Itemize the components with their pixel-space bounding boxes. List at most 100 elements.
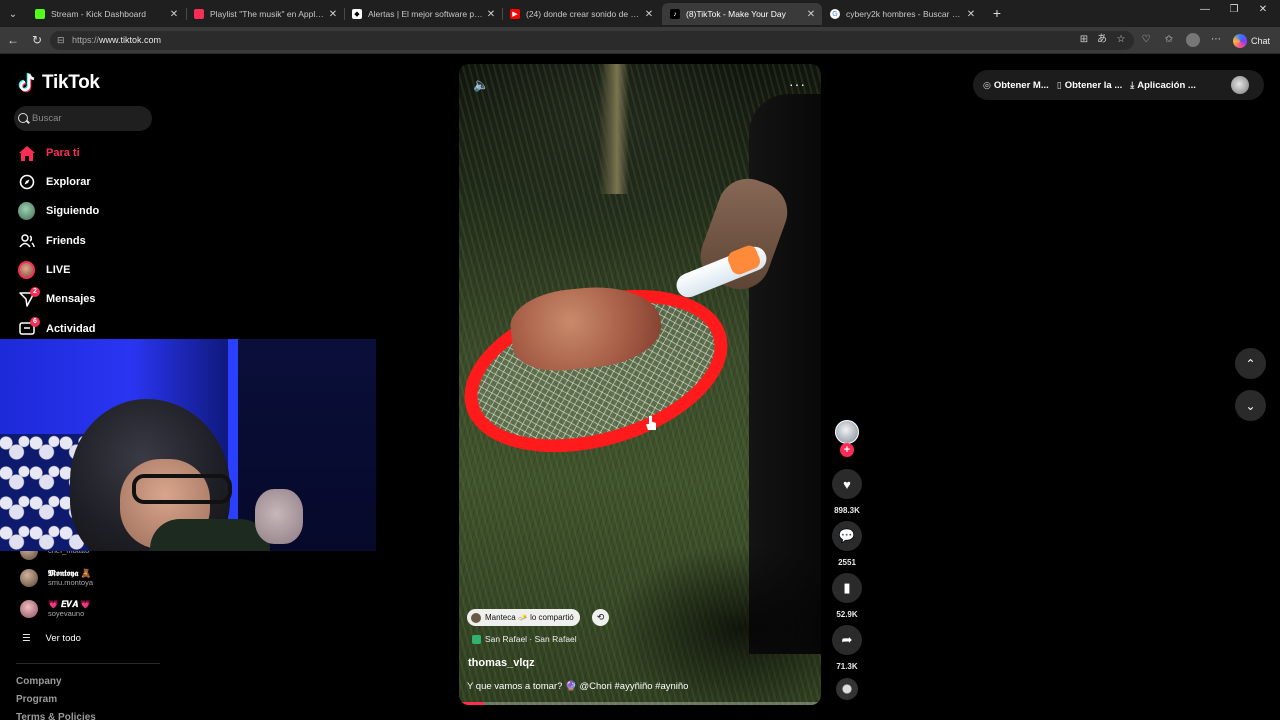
favorite-star-icon[interactable]: ☆ <box>1114 33 1128 47</box>
get-coins-button[interactable]: ◎ Obtener M... <box>983 80 1049 91</box>
footer-link-terms[interactable]: Terms & Policies <box>16 712 96 720</box>
chevron-up-icon: ⌃ <box>1245 356 1256 371</box>
browser-tab[interactable]: ◆ Alertas | El mejor software para podca… <box>344 3 502 25</box>
browser-tab-active[interactable]: ♪ (8)TikTok - Make Your Day ✕ <box>662 3 822 25</box>
video-author[interactable]: thomas_vlqz <box>468 657 535 669</box>
nav-item-friends[interactable]: Friends <box>18 231 86 251</box>
get-app-label: Obtener la ... <box>1064 79 1123 91</box>
location-label: San Rafael · San Rafael <box>485 634 577 644</box>
location-tag[interactable]: San Rafael · San Rafael <box>472 634 577 644</box>
more-options-icon[interactable]: ··· <box>789 76 806 92</box>
close-tab-icon[interactable]: ✕ <box>642 9 656 20</box>
chat-label: Chat <box>1251 35 1271 46</box>
webcam-person <box>255 489 303 544</box>
nav-item-actividad[interactable]: 6 Actividad <box>18 316 96 339</box>
following-account[interactable]: 𝕸𝖔𝖓𝖙𝖔𝖞𝖆 🧸 smu.montoya <box>20 568 93 588</box>
new-tab-icon[interactable]: + <box>989 5 1005 21</box>
like-button[interactable]: ♥ 898.3K <box>831 469 863 515</box>
list-icon: ☰ <box>22 633 31 644</box>
creator-avatar[interactable] <box>835 420 859 444</box>
footer-link-program[interactable]: Program <box>16 694 57 705</box>
url-protocol: https:// <box>72 35 100 45</box>
video-player[interactable]: 🔈 ··· Manteca 🧈 lo compartió ⟲ San Rafae… <box>459 64 821 705</box>
browser-tab[interactable]: G cybery2k hombres - Buscar con Google ✕ <box>822 3 982 25</box>
video-caption: Y que vamos a tomar? 🔮 @Chori #ayyñiño #… <box>467 681 689 692</box>
top-right-actions: ◎ Obtener M... ▯ Obtener la ... ⤓ Aplica… <box>973 70 1264 100</box>
close-tab-icon[interactable]: ✕ <box>326 9 340 20</box>
nav-item-mensajes[interactable]: 2 Mensajes <box>18 286 96 309</box>
browser-tab[interactable]: Stream - Kick Dashboard ✕ <box>27 3 185 25</box>
close-tab-icon[interactable]: ✕ <box>484 9 498 20</box>
nav-label: Mensajes <box>46 293 96 305</box>
copilot-icon <box>1233 33 1247 48</box>
webcam-overlay <box>0 339 376 551</box>
video-frame <box>599 64 629 194</box>
tiktok-favicon-icon: ♪ <box>670 9 680 19</box>
video-progress-bar[interactable] <box>459 702 821 705</box>
see-all-button[interactable]: ☰ Ver todo <box>22 633 81 644</box>
close-tab-icon[interactable]: ✕ <box>964 9 978 20</box>
save-button[interactable]: ▮ 52.9K <box>831 573 863 619</box>
see-all-label: Ver todo <box>45 633 81 644</box>
browser-tab[interactable]: ▶ (24) donde crear sonido de alertas ✕ <box>502 3 660 25</box>
close-tab-icon[interactable]: ✕ <box>804 9 818 20</box>
refresh-icon[interactable]: ↻ <box>29 32 45 48</box>
webcam-person <box>132 474 232 504</box>
tab-actions-menu-icon[interactable]: ⌄ <box>4 5 22 23</box>
next-video-button[interactable]: ⌄ <box>1235 390 1266 421</box>
nav-item-siguiendo[interactable]: Siguiendo <box>18 201 99 221</box>
repost-chip[interactable]: Manteca 🧈 lo compartió <box>467 609 580 626</box>
account-handle: soyevauno <box>48 609 85 618</box>
account-handle: smu.montoya <box>48 578 94 587</box>
close-tab-icon[interactable]: ✕ <box>167 9 181 20</box>
account-name: 💗 𝑬𝑽𝑨 💗 <box>48 599 91 609</box>
footer-link-company[interactable]: Company <box>16 676 62 687</box>
nav-label: Siguiendo <box>46 205 100 217</box>
repost-icon[interactable]: ⟲ <box>592 609 609 626</box>
translate-icon[interactable]: あ <box>1095 33 1109 47</box>
tab-title: Playlist "The musik" en Apple Music <box>210 9 326 19</box>
browser-tab[interactable]: Playlist "The musik" en Apple Music ✕ <box>186 3 344 25</box>
comment-button[interactable]: 💬 2551 <box>831 521 863 567</box>
site-info-icon[interactable]: ⊟ <box>57 31 65 50</box>
webcam-person <box>150 519 270 551</box>
url-bar[interactable]: ⊟ https://www.tiktok.com <box>50 31 1134 50</box>
progress-fill <box>459 702 485 705</box>
share-button[interactable]: ➦ 71.3K <box>831 625 863 671</box>
user-avatar[interactable] <box>1231 76 1249 94</box>
app-available-icon[interactable]: ⊞ <box>1077 33 1091 47</box>
phone-icon: ▯ <box>1056 79 1062 90</box>
tiktok-note-icon <box>18 73 35 93</box>
follow-plus-icon[interactable]: + <box>840 443 854 457</box>
close-window-icon[interactable]: ✕ <box>1253 4 1273 15</box>
nav-label: Friends <box>46 235 86 247</box>
minimize-icon[interactable]: — <box>1195 4 1215 15</box>
music-disc-icon[interactable] <box>836 678 858 700</box>
copilot-chat-button[interactable]: Chat <box>1233 31 1270 50</box>
tab-title: (8)TikTok - Make Your Day <box>686 9 786 19</box>
nav-label: Para ti <box>46 147 80 159</box>
back-icon[interactable]: ← <box>5 32 21 48</box>
search-input[interactable]: Buscar <box>14 106 152 131</box>
tab-title: cybery2k hombres - Buscar con Google <box>846 9 964 19</box>
nav-item-explorar[interactable]: Explorar <box>18 172 91 192</box>
get-app-button[interactable]: ▯ Obtener la ... <box>1057 80 1123 91</box>
download-app-button[interactable]: ⤓ Aplicación ... <box>1130 80 1196 91</box>
live-icon <box>18 261 35 279</box>
profile-icon[interactable] <box>1186 33 1200 47</box>
avatar <box>471 612 481 623</box>
download-app-label: Aplicación ... <box>1137 79 1196 91</box>
volume-icon[interactable]: 🔈 <box>473 78 489 92</box>
nav-item-live[interactable]: LIVE <box>18 260 70 280</box>
settings-more-icon[interactable]: ⋯ <box>1209 33 1223 47</box>
tiktok-logo[interactable]: TikTok <box>18 72 100 94</box>
compass-icon <box>18 174 35 191</box>
nav-item-para-ti[interactable]: Para ti <box>18 143 80 163</box>
restore-icon[interactable]: ❐ <box>1224 4 1244 15</box>
address-toolbar: ← ↻ ⊟ https://www.tiktok.com ⊞ あ ☆ ♡ ✩ ⋯… <box>0 27 1280 54</box>
favorites-icon[interactable]: ✩ <box>1162 33 1176 47</box>
browser-essentials-icon[interactable]: ♡ <box>1139 33 1153 47</box>
following-account[interactable]: 💗 𝑬𝑽𝑨 💗 soyevauno <box>20 599 91 619</box>
previous-video-button[interactable]: ⌃ <box>1235 348 1266 379</box>
save-count: 52.9K <box>836 610 858 619</box>
